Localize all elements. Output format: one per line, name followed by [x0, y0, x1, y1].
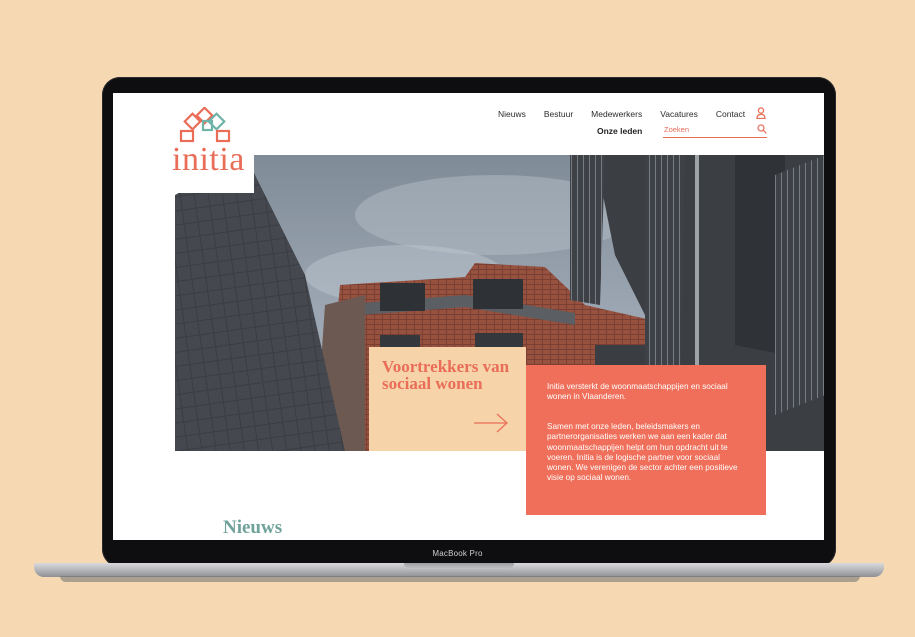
search-input[interactable] — [664, 125, 750, 134]
logo[interactable]: initia — [168, 93, 254, 193]
logo-text: initia — [172, 141, 245, 178]
nav-item-medewerkers[interactable]: Medewerkers — [591, 109, 642, 119]
laptop-notch — [404, 563, 514, 569]
search-icon[interactable] — [757, 124, 767, 134]
news-heading: Nieuws — [223, 517, 283, 538]
arrow-right-icon[interactable] — [473, 413, 509, 433]
main-nav: Nieuws Bestuur Medewerkers Vacatures Con… — [498, 109, 763, 119]
nav-item-contact[interactable]: Contact — [716, 109, 745, 119]
hero-title: Voortrekkers van sociaal wonen — [382, 357, 510, 393]
nav-item-vacatures[interactable]: Vacatures — [660, 109, 698, 119]
hero-body: Samen met onze leden, beleidsmakers en p… — [547, 422, 738, 483]
search-bar — [663, 124, 767, 138]
hero-title-panel: Voortrekkers van sociaal wonen — [369, 347, 526, 451]
nav-item-nieuws[interactable]: Nieuws — [498, 109, 526, 119]
hero-intro: Initia versterkt de woonmaatschappijen e… — [547, 382, 728, 402]
hero-text-panel: Initia versterkt de woonmaatschappijen e… — [526, 365, 766, 515]
device-label: MacBook Pro — [432, 549, 483, 558]
browser-screen: initia Nieuws Bestuur Medewerkers Vacatu… — [113, 93, 824, 540]
nav-item-bestuur[interactable]: Bestuur — [544, 109, 573, 119]
nav-item-onze-leden[interactable]: Onze leden — [597, 126, 642, 136]
user-icon[interactable] — [756, 107, 766, 119]
laptop-shadow — [60, 576, 860, 582]
